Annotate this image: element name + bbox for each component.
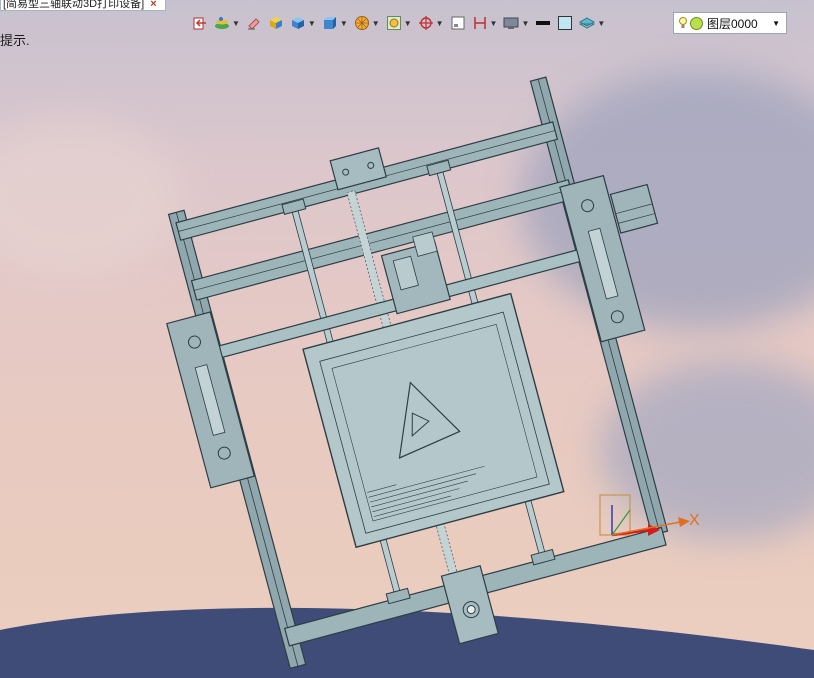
exit-button[interactable]: [190, 12, 210, 34]
lightbulb-icon: [679, 17, 687, 28]
x-axis-label: X: [689, 512, 700, 529]
sphere-button[interactable]: ▼: [352, 12, 382, 34]
sphere-icon: [354, 16, 369, 30]
view-cube-button[interactable]: ▼: [320, 12, 350, 34]
solid-yellow-button[interactable]: [266, 12, 286, 34]
window-icon: [451, 16, 465, 30]
target-button[interactable]: ▼: [416, 12, 446, 34]
cube-blue-icon: [291, 17, 304, 29]
layer-name: 图层0000: [707, 16, 758, 31]
line-color-icon: [536, 21, 551, 25]
target-icon: [418, 16, 433, 30]
display-button[interactable]: ▼: [501, 12, 531, 34]
chevron-down-icon[interactable]: ▼: [772, 19, 780, 28]
stack-icon: [579, 17, 596, 29]
document-tab-title: [简易型三轴联动3D打印设备]: [3, 0, 145, 10]
fill-color-button[interactable]: [555, 12, 575, 34]
layers-icon: [215, 17, 229, 29]
eraser-button[interactable]: [244, 12, 264, 34]
line-color-button[interactable]: [533, 12, 553, 34]
document-tab[interactable]: [简易型三轴联动3D打印设备] ×: [0, 0, 166, 11]
heated-bed: [302, 292, 565, 549]
zoom-fit-icon: [386, 16, 401, 30]
display-icon: [503, 17, 519, 29]
layer-status-icon: [690, 16, 703, 30]
cube-yellow-icon: [269, 17, 282, 29]
view-cube-icon: [323, 17, 336, 29]
solid-blue-button[interactable]: ▼: [288, 12, 318, 34]
view-toolbar: ▼ ▼ ▼ ▼ ▼ ▼ ▼ ▼ ▼: [190, 10, 607, 36]
layers-button[interactable]: ▼: [212, 12, 242, 34]
zoom-fit-button[interactable]: ▼: [384, 12, 414, 34]
window-button[interactable]: [448, 12, 468, 34]
hint-text: 提示.: [0, 33, 30, 48]
dimension-icon: [473, 17, 486, 29]
model-canvas: [0, 76, 814, 678]
3d-viewport[interactable]: X: [0, 0, 814, 678]
stack-button[interactable]: ▼: [577, 12, 607, 34]
exit-icon: [193, 17, 206, 30]
dimension-button[interactable]: ▼: [470, 12, 500, 34]
printer-assembly: [166, 76, 669, 670]
fill-color-icon: [558, 16, 573, 30]
close-tab-icon[interactable]: ×: [150, 0, 156, 10]
ground-surface: [0, 607, 814, 678]
layer-dropdown[interactable]: 图层0000 ▼: [673, 12, 787, 34]
eraser-icon: [247, 18, 260, 30]
